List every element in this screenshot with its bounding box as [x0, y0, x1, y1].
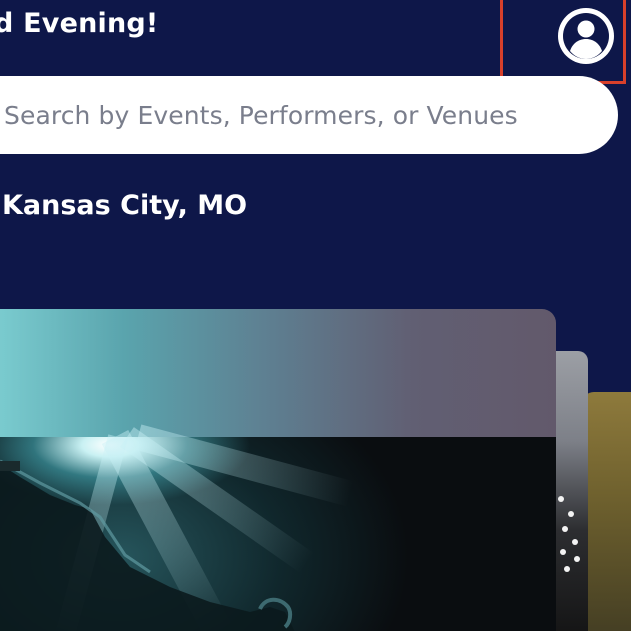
event-card[interactable] — [0, 309, 556, 631]
greeting-heading: d Evening! — [0, 8, 159, 39]
profile-button[interactable] — [555, 5, 617, 67]
search-input[interactable]: Search by Events, Performers, or Venues — [0, 76, 618, 154]
event-card-header — [0, 309, 556, 437]
performer-silhouette — [0, 459, 295, 631]
event-card-back-2[interactable] — [582, 392, 631, 631]
account-circle-icon — [558, 8, 614, 64]
search-placeholder: Search by Events, Performers, or Venues — [4, 100, 518, 130]
home-screen: d Evening! Search by Events, Performers,… — [0, 0, 631, 631]
location-selector[interactable]: Kansas City, MO — [2, 190, 247, 221]
event-image — [0, 424, 556, 631]
